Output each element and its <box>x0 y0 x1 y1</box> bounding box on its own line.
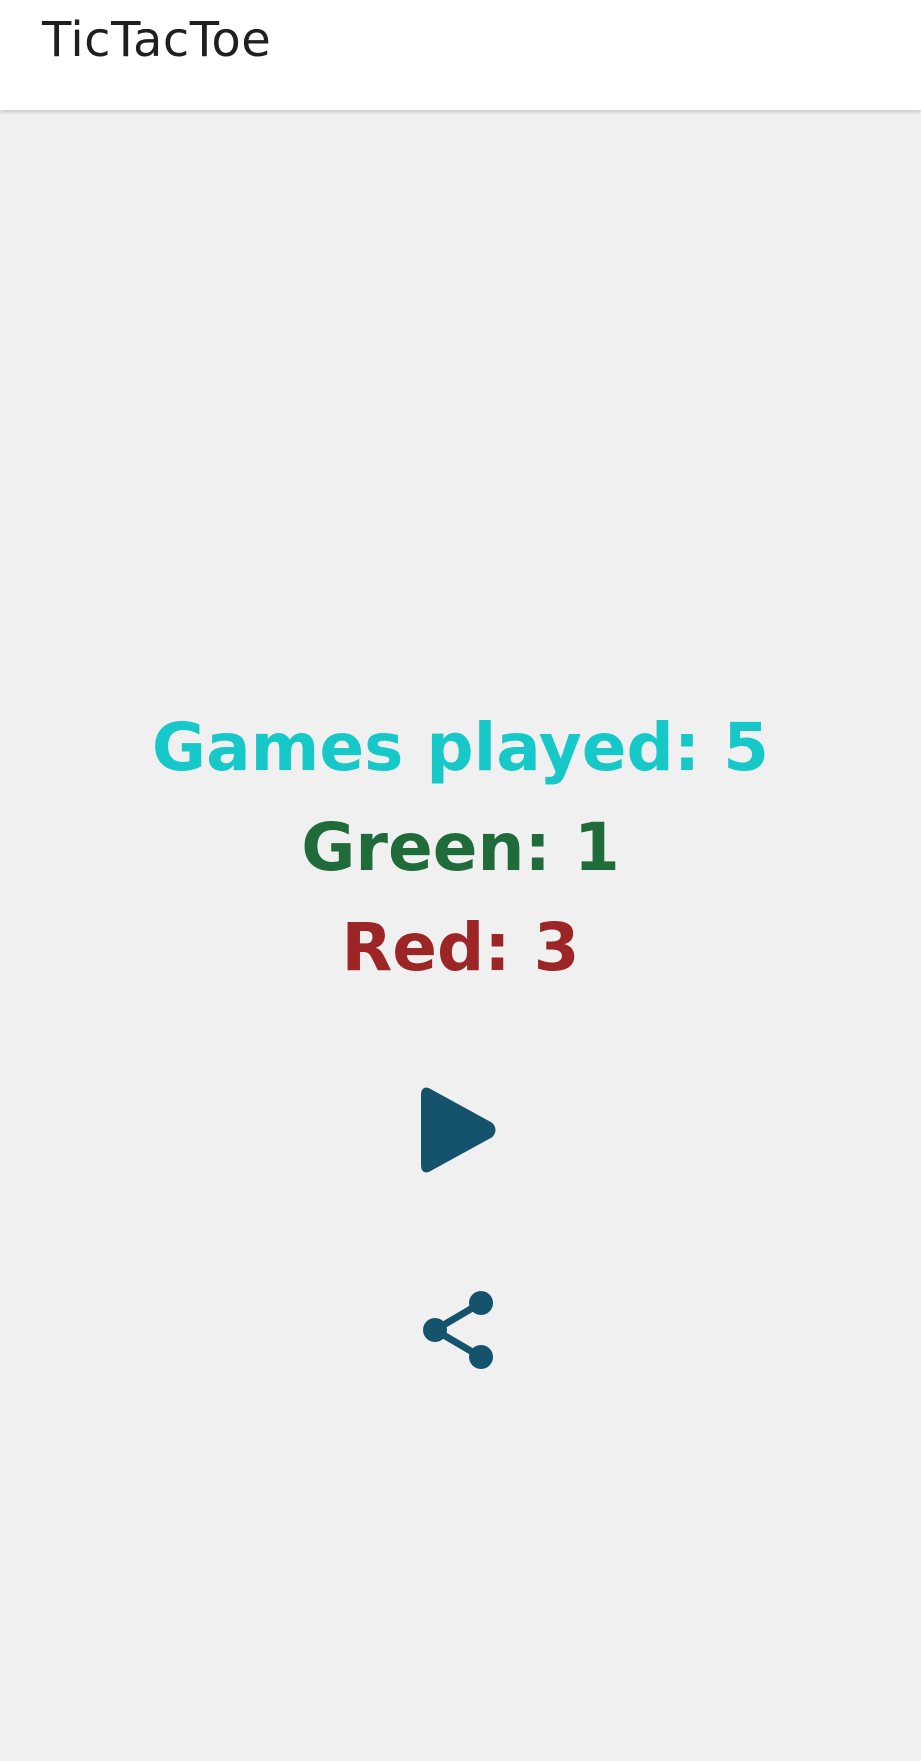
main-content: Games played: 5 Green: 1 Red: 3 <box>0 110 921 1761</box>
play-icon <box>421 1087 496 1173</box>
app-bar: TicTacToe <box>0 0 921 110</box>
games-played-label: Games played: 5 <box>151 709 770 786</box>
share-icon <box>423 1291 493 1369</box>
red-score-label: Red: 3 <box>341 909 580 986</box>
share-button[interactable] <box>415 1285 505 1375</box>
app-title: TicTacToe <box>42 12 272 68</box>
green-score-label: Green: 1 <box>301 809 620 886</box>
play-button[interactable] <box>420 1085 500 1175</box>
